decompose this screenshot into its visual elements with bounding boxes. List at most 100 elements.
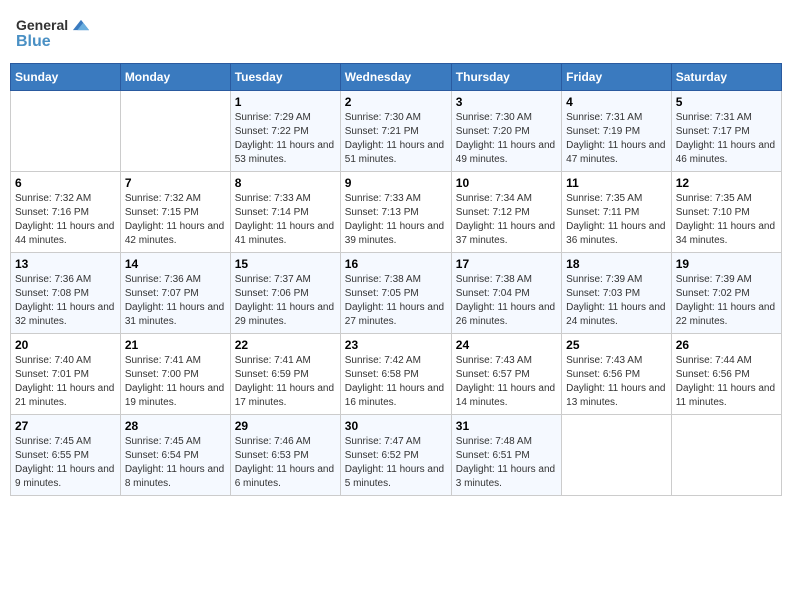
day-number: 25 — [566, 338, 667, 352]
day-info: Sunrise: 7:33 AMSunset: 7:14 PMDaylight:… — [235, 192, 336, 248]
day-info: Sunrise: 7:29 AMSunset: 7:22 PMDaylight:… — [235, 111, 336, 167]
day-number: 27 — [15, 419, 116, 433]
day-number: 18 — [566, 257, 667, 271]
column-header-saturday: Saturday — [671, 64, 781, 91]
calendar-cell: 30Sunrise: 7:47 AMSunset: 6:52 PMDayligh… — [340, 415, 451, 496]
day-number: 22 — [235, 338, 336, 352]
day-info: Sunrise: 7:39 AMSunset: 7:02 PMDaylight:… — [676, 273, 777, 329]
day-info: Sunrise: 7:30 AMSunset: 7:20 PMDaylight:… — [456, 111, 557, 167]
day-info: Sunrise: 7:42 AMSunset: 6:58 PMDaylight:… — [345, 354, 447, 410]
week-row-4: 20 Sunrise: 7:40 AMSunset: 7:01 PMDayligh… — [11, 334, 782, 415]
day-number: 20 — [15, 338, 116, 352]
day-number: 13 — [15, 257, 116, 271]
week-row-3: 13 Sunrise: 7:36 AMSunset: 7:08 PMDayligh… — [11, 253, 782, 334]
day-info: Sunrise: 7:45 AMSunset: 6:55 PMDaylight:… — [15, 435, 116, 491]
day-number: 17 — [456, 257, 557, 271]
day-info: Sunrise: 7:38 AMSunset: 7:05 PMDaylight:… — [345, 273, 447, 329]
day-number: 9 — [345, 176, 447, 190]
calendar-cell: 9 Sunrise: 7:33 AMSunset: 7:13 PMDaylight… — [340, 172, 451, 253]
calendar-cell: 28Sunrise: 7:45 AMSunset: 6:54 PMDayligh… — [120, 415, 230, 496]
calendar-cell: 21Sunrise: 7:41 AMSunset: 7:00 PMDayligh… — [120, 334, 230, 415]
day-number: 26 — [676, 338, 777, 352]
calendar-cell: 8Sunrise: 7:33 AMSunset: 7:14 PMDaylight… — [230, 172, 340, 253]
day-info: Sunrise: 7:47 AMSunset: 6:52 PMDaylight:… — [345, 435, 447, 491]
calendar-cell: 2 Sunrise: 7:30 AMSunset: 7:21 PMDaylight… — [340, 91, 451, 172]
calendar-cell: 24 Sunrise: 7:43 AMSunset: 6:57 PMDayligh… — [451, 334, 561, 415]
calendar-cell: 6Sunrise: 7:32 AMSunset: 7:16 PMDaylight… — [11, 172, 121, 253]
day-info: Sunrise: 7:31 AMSunset: 7:19 PMDaylight:… — [566, 111, 667, 167]
day-number: 16 — [345, 257, 447, 271]
day-number: 11 — [566, 176, 667, 190]
calendar-cell: 14 Sunrise: 7:36 AMSunset: 7:07 PMDayligh… — [120, 253, 230, 334]
day-info: Sunrise: 7:36 AMSunset: 7:07 PMDaylight:… — [125, 273, 226, 329]
calendar-cell: 20 Sunrise: 7:40 AMSunset: 7:01 PMDayligh… — [11, 334, 121, 415]
day-number: 15 — [235, 257, 336, 271]
calendar-cell: 5 Sunrise: 7:31 AMSunset: 7:17 PMDaylight… — [671, 91, 781, 172]
calendar-cell: 1Sunrise: 7:29 AMSunset: 7:22 PMDaylight… — [230, 91, 340, 172]
day-info: Sunrise: 7:35 AMSunset: 7:11 PMDaylight:… — [566, 192, 667, 248]
column-header-monday: Monday — [120, 64, 230, 91]
day-info: Sunrise: 7:34 AMSunset: 7:12 PMDaylight:… — [456, 192, 557, 248]
day-info: Sunrise: 7:48 AMSunset: 6:51 PMDaylight:… — [456, 435, 557, 491]
day-info: Sunrise: 7:37 AMSunset: 7:06 PMDaylight:… — [235, 273, 336, 329]
calendar-cell: 16 Sunrise: 7:38 AMSunset: 7:05 PMDayligh… — [340, 253, 451, 334]
day-number: 14 — [125, 257, 226, 271]
calendar-cell: 3 Sunrise: 7:30 AMSunset: 7:20 PMDaylight… — [451, 91, 561, 172]
day-number: 3 — [456, 95, 557, 109]
day-number: 19 — [676, 257, 777, 271]
day-info: Sunrise: 7:33 AMSunset: 7:13 PMDaylight:… — [345, 192, 447, 248]
day-number: 10 — [456, 176, 557, 190]
column-header-friday: Friday — [562, 64, 672, 91]
calendar-cell: 19 Sunrise: 7:39 AMSunset: 7:02 PMDayligh… — [671, 253, 781, 334]
logo: General Blue — [16, 14, 92, 51]
day-info: Sunrise: 7:30 AMSunset: 7:21 PMDaylight:… — [345, 111, 447, 167]
calendar-cell: 23 Sunrise: 7:42 AMSunset: 6:58 PMDayligh… — [340, 334, 451, 415]
week-row-5: 27 Sunrise: 7:45 AMSunset: 6:55 PMDayligh… — [11, 415, 782, 496]
week-row-2: 6Sunrise: 7:32 AMSunset: 7:16 PMDaylight… — [11, 172, 782, 253]
day-number: 12 — [676, 176, 777, 190]
calendar-cell: 26 Sunrise: 7:44 AMSunset: 6:56 PMDayligh… — [671, 334, 781, 415]
day-info: Sunrise: 7:39 AMSunset: 7:03 PMDaylight:… — [566, 273, 667, 329]
calendar-cell: 15 Sunrise: 7:37 AMSunset: 7:06 PMDayligh… — [230, 253, 340, 334]
calendar-cell: 11 Sunrise: 7:35 AMSunset: 7:11 PMDayligh… — [562, 172, 672, 253]
day-number: 2 — [345, 95, 447, 109]
calendar-table: SundayMondayTuesdayWednesdayThursdayFrid… — [10, 63, 782, 496]
day-info: Sunrise: 7:36 AMSunset: 7:08 PMDaylight:… — [15, 273, 116, 329]
calendar-cell: 10 Sunrise: 7:34 AMSunset: 7:12 PMDayligh… — [451, 172, 561, 253]
calendar-cell — [671, 415, 781, 496]
calendar-cell — [11, 91, 121, 172]
week-row-1: 1Sunrise: 7:29 AMSunset: 7:22 PMDaylight… — [11, 91, 782, 172]
calendar-cell: 18 Sunrise: 7:39 AMSunset: 7:03 PMDayligh… — [562, 253, 672, 334]
day-info: Sunrise: 7:43 AMSunset: 6:56 PMDaylight:… — [566, 354, 667, 410]
day-number: 28 — [125, 419, 226, 433]
column-header-tuesday: Tuesday — [230, 64, 340, 91]
calendar-cell: 22Sunrise: 7:41 AMSunset: 6:59 PMDayligh… — [230, 334, 340, 415]
page-header: General Blue — [10, 10, 782, 55]
day-info: Sunrise: 7:40 AMSunset: 7:01 PMDaylight:… — [15, 354, 116, 410]
calendar-cell: 12 Sunrise: 7:35 AMSunset: 7:10 PMDayligh… — [671, 172, 781, 253]
day-number: 24 — [456, 338, 557, 352]
calendar-cell — [120, 91, 230, 172]
day-info: Sunrise: 7:31 AMSunset: 7:17 PMDaylight:… — [676, 111, 777, 167]
day-number: 21 — [125, 338, 226, 352]
logo-icon — [70, 14, 92, 36]
day-info: Sunrise: 7:32 AMSunset: 7:15 PMDaylight:… — [125, 192, 226, 248]
day-info: Sunrise: 7:43 AMSunset: 6:57 PMDaylight:… — [456, 354, 557, 410]
day-number: 29 — [235, 419, 336, 433]
day-number: 4 — [566, 95, 667, 109]
logo-blue-text: Blue — [16, 32, 51, 51]
calendar-cell: 7 Sunrise: 7:32 AMSunset: 7:15 PMDaylight… — [120, 172, 230, 253]
calendar-cell: 13 Sunrise: 7:36 AMSunset: 7:08 PMDayligh… — [11, 253, 121, 334]
day-number: 5 — [676, 95, 777, 109]
column-header-sunday: Sunday — [11, 64, 121, 91]
calendar-cell: 4 Sunrise: 7:31 AMSunset: 7:19 PMDaylight… — [562, 91, 672, 172]
logo-text: General — [16, 17, 68, 34]
day-info: Sunrise: 7:35 AMSunset: 7:10 PMDaylight:… — [676, 192, 777, 248]
day-number: 23 — [345, 338, 447, 352]
calendar-cell: 27 Sunrise: 7:45 AMSunset: 6:55 PMDayligh… — [11, 415, 121, 496]
calendar-cell: 17Sunrise: 7:38 AMSunset: 7:04 PMDayligh… — [451, 253, 561, 334]
calendar-cell: 29Sunrise: 7:46 AMSunset: 6:53 PMDayligh… — [230, 415, 340, 496]
day-number: 7 — [125, 176, 226, 190]
day-info: Sunrise: 7:44 AMSunset: 6:56 PMDaylight:… — [676, 354, 777, 410]
day-info: Sunrise: 7:32 AMSunset: 7:16 PMDaylight:… — [15, 192, 116, 248]
